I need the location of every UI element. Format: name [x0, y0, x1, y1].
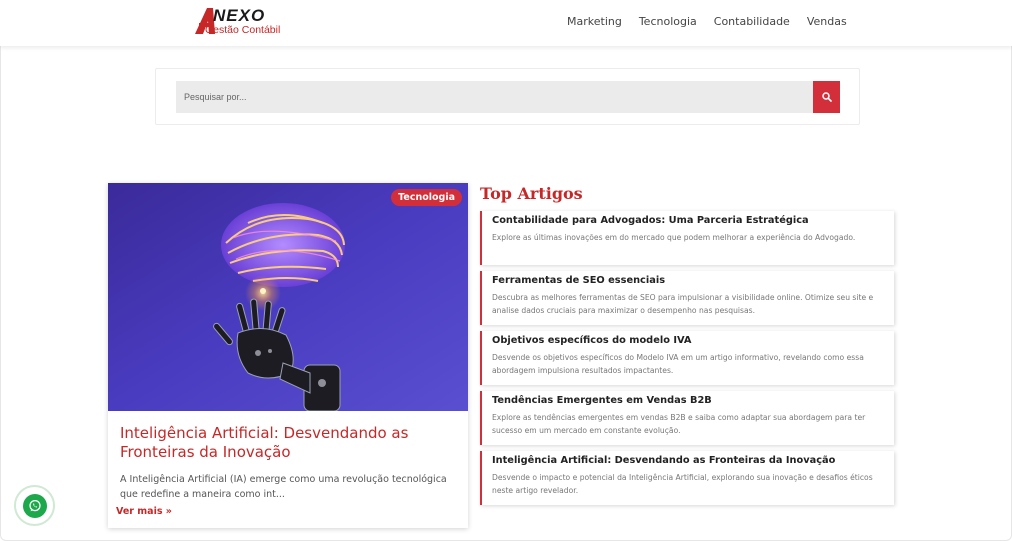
- search-input[interactable]: [176, 81, 814, 113]
- top-article-title[interactable]: Contabilidade para Advogados: Uma Parcer…: [492, 215, 809, 226]
- whatsapp-icon: [28, 499, 41, 511]
- category-badge[interactable]: Tecnologia: [391, 189, 462, 206]
- top-article-item[interactable]: Objetivos específicos do modelo IVA Desv…: [480, 331, 894, 385]
- whatsapp-badge: [22, 493, 47, 518]
- top-article-item[interactable]: Inteligência Artificial: Desvendando as …: [480, 451, 894, 505]
- search-icon: [821, 92, 832, 102]
- nav-item-vendas[interactable]: Vendas: [807, 15, 847, 28]
- whatsapp-button[interactable]: [14, 485, 55, 526]
- top-article-item[interactable]: Ferramentas de SEO essenciais Descubra a…: [480, 271, 894, 325]
- featured-article-title[interactable]: Inteligência Artificial: Desvendando as …: [120, 424, 450, 462]
- site-logo[interactable]: NEXO Gestão Contábil: [193, 6, 293, 38]
- top-article-title[interactable]: Ferramentas de SEO essenciais: [492, 275, 665, 286]
- site-header: NEXO Gestão Contábil Marketing Tecnologi…: [0, 0, 1012, 46]
- featured-article-card: Tecnologia Inteligência Artificial: Desv…: [108, 183, 468, 528]
- top-article-title[interactable]: Inteligência Artificial: Desvendando as …: [492, 455, 835, 466]
- top-article-desc: Descubra as melhores ferramentas de SEO …: [492, 293, 874, 315]
- nav-item-contabilidade[interactable]: Contabilidade: [714, 15, 790, 28]
- main-nav: Marketing Tecnologia Contabilidade Venda…: [567, 15, 847, 28]
- robot-hand-brain-image: [108, 183, 468, 411]
- top-article-item[interactable]: Contabilidade para Advogados: Uma Parcer…: [480, 211, 894, 265]
- nav-item-tecnologia[interactable]: Tecnologia: [639, 15, 697, 28]
- top-article-title[interactable]: Objetivos específicos do modelo IVA: [492, 335, 691, 346]
- top-article-title[interactable]: Tendências Emergentes em Vendas B2B: [492, 395, 712, 406]
- featured-article-image[interactable]: Tecnologia: [108, 183, 468, 411]
- featured-article-excerpt: A Inteligência Artificial (IA) emerge co…: [120, 474, 447, 500]
- top-article-desc: Desvende os objetivos específicos do Mod…: [492, 353, 864, 375]
- logo-wordmark: NEXO: [213, 6, 266, 25]
- read-more-link[interactable]: Ver mais »: [116, 506, 172, 517]
- logo-tagline: Gestão Contábil: [205, 24, 281, 36]
- top-articles-heading: Top Artigos: [480, 184, 583, 203]
- top-article-item[interactable]: Tendências Emergentes em Vendas B2B Expl…: [480, 391, 894, 445]
- nav-item-marketing[interactable]: Marketing: [567, 15, 622, 28]
- top-article-desc: Desvende o impacto e potencial da Inteli…: [492, 473, 873, 495]
- top-articles-list: Contabilidade para Advogados: Uma Parcer…: [480, 211, 894, 511]
- top-article-desc: Explore as últimas inovações em do merca…: [492, 233, 856, 242]
- top-article-desc: Explore as tendências emergentes em vend…: [492, 413, 866, 435]
- search-button[interactable]: [813, 81, 840, 113]
- search-panel: [155, 68, 860, 125]
